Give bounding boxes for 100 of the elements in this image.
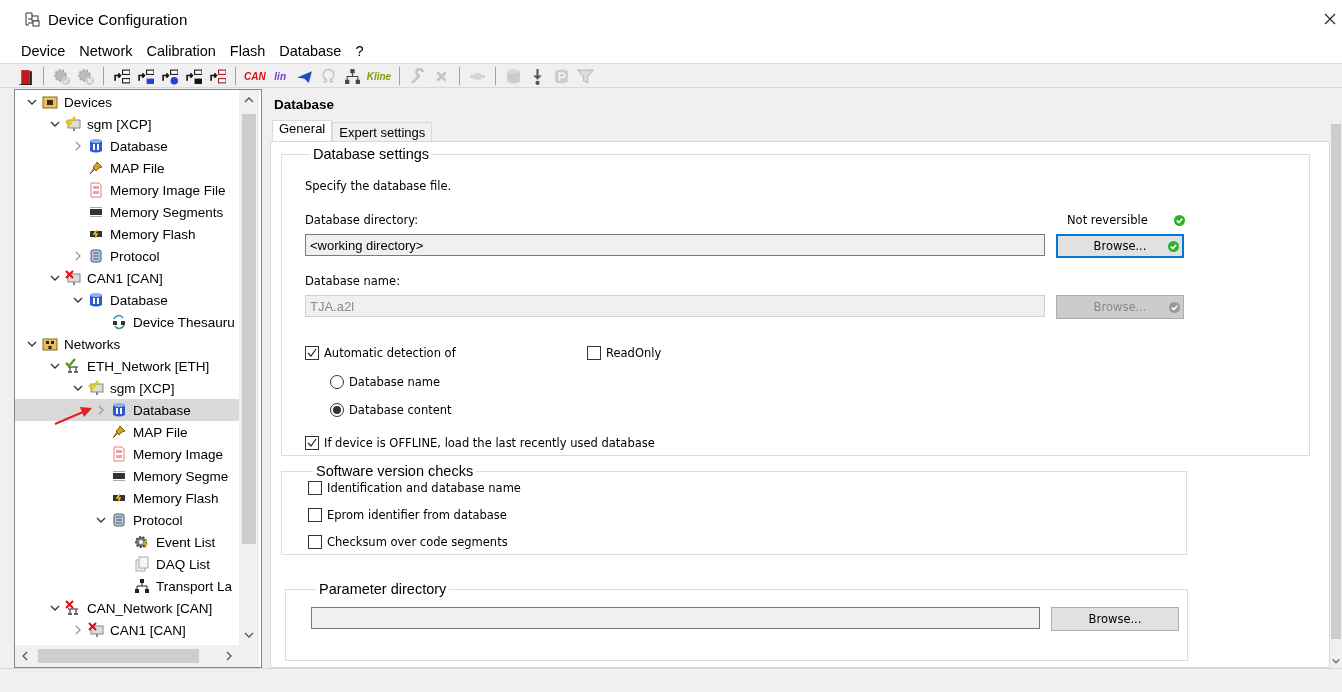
swap-icon xyxy=(111,314,127,330)
browse-button[interactable]: Browse... xyxy=(1051,607,1179,631)
toolbar-button[interactable]: CAN xyxy=(244,66,266,86)
tab[interactable]: General xyxy=(272,120,333,141)
tree-item[interactable]: Protocol xyxy=(15,245,239,267)
scrollbar-thumb[interactable] xyxy=(38,649,199,663)
tree-item[interactable]: Devices xyxy=(15,91,239,113)
menu-item[interactable]: Device xyxy=(14,42,73,59)
checkbox-label: ReadOnly xyxy=(606,346,662,360)
tab[interactable]: Expert settings xyxy=(332,122,433,141)
database-icon xyxy=(88,138,104,154)
menu-item[interactable]: Flash xyxy=(222,42,273,59)
input-field[interactable]: <working directory> xyxy=(305,234,1045,256)
tree-arrow-icon xyxy=(113,67,130,85)
tree-item[interactable]: Device Thesauru xyxy=(15,311,239,333)
scroll-icon xyxy=(88,248,104,264)
menu-item[interactable]: Database xyxy=(272,42,349,59)
radio-label: Database name xyxy=(349,375,441,389)
checkbox-label: Identification and database name xyxy=(327,481,521,495)
checkbox[interactable] xyxy=(305,436,319,450)
tree-item[interactable]: Database xyxy=(15,399,239,421)
network-cross-icon xyxy=(65,600,81,616)
vertical-scrollbar[interactable] xyxy=(239,90,259,645)
tree-arrow-icon xyxy=(185,67,202,85)
folder-icon xyxy=(42,94,58,110)
tree-item[interactable]: CAN1 [CAN] xyxy=(15,267,239,289)
document-icon xyxy=(111,446,127,462)
tree-item[interactable]: Memory Flash xyxy=(15,487,239,509)
omega-icon xyxy=(319,67,337,85)
tree-item[interactable]: Memory Image xyxy=(15,443,239,465)
parking-icon xyxy=(553,67,571,85)
tree-item[interactable]: sgm [XCP] xyxy=(15,377,239,399)
checkbox[interactable] xyxy=(305,346,319,360)
window-title: Device Configuration xyxy=(48,10,188,28)
tree-item[interactable]: MAP File xyxy=(15,157,239,179)
toolbar-button[interactable] xyxy=(112,66,131,86)
radio-button[interactable] xyxy=(330,403,344,417)
checkbox[interactable] xyxy=(587,346,601,360)
tree-item[interactable]: Protocol xyxy=(15,509,239,531)
door-icon xyxy=(17,67,34,85)
gear-check-icon xyxy=(53,67,70,85)
tree-item[interactable]: MAP File xyxy=(15,421,239,443)
tree-item[interactable]: Event List xyxy=(15,531,239,553)
checkbox[interactable] xyxy=(308,481,322,495)
tree-item[interactable]: DAQ List xyxy=(15,553,239,575)
app-icon xyxy=(24,11,40,27)
monitor-cross-icon xyxy=(88,622,104,638)
scroll-icon xyxy=(111,512,127,528)
toolbar-button[interactable] xyxy=(136,66,155,86)
tree-item[interactable]: Database xyxy=(15,289,239,311)
radio-label: Database content xyxy=(349,403,452,417)
close-icon[interactable] xyxy=(1324,13,1336,25)
document-icon xyxy=(88,182,104,198)
tree-item[interactable]: ETH_Network [ETH] xyxy=(15,355,239,377)
tree-item[interactable]: Memory Flash xyxy=(15,223,239,245)
tree-item[interactable]: Memory Image File xyxy=(15,179,239,201)
toolbar-button[interactable] xyxy=(184,66,203,86)
checkbox[interactable] xyxy=(308,508,322,522)
toolbar-button[interactable] xyxy=(208,66,227,86)
group-title: Software version checks xyxy=(315,463,475,479)
tree-item[interactable]: Memory Segments xyxy=(15,201,239,223)
pushpin-icon xyxy=(111,424,127,440)
menu-item[interactable]: Calibration xyxy=(139,42,223,59)
tree-item[interactable]: Transport La xyxy=(15,575,239,597)
tree-item[interactable]: Database xyxy=(15,135,239,157)
field-label: Database directory: xyxy=(305,213,418,227)
toolbar-button[interactable]: lin xyxy=(270,66,290,86)
tree-item[interactable]: CAN1 [CAN] xyxy=(15,619,239,641)
toolbar-button[interactable] xyxy=(342,66,362,86)
scrollbar-thumb[interactable] xyxy=(242,114,256,544)
network-icon xyxy=(343,67,361,85)
network-folder-icon xyxy=(42,336,58,352)
gear-icon xyxy=(134,534,150,550)
group-title: Database settings xyxy=(312,146,431,162)
toolbar-button[interactable] xyxy=(160,66,179,86)
tree-item[interactable]: Networks xyxy=(15,333,239,355)
tree-item[interactable]: CAN_Network [CAN] xyxy=(15,597,239,619)
chip-icon xyxy=(88,204,104,220)
scrollbar-thumb[interactable] xyxy=(1331,124,1341,639)
checkbox-label: Checksum over code segments xyxy=(327,535,508,549)
funnel-icon xyxy=(577,67,595,85)
checkbox[interactable] xyxy=(308,535,322,549)
panel-title: Database xyxy=(273,96,336,114)
database-icon xyxy=(88,292,104,308)
tree-item[interactable]: sgm [XCP] xyxy=(15,113,239,135)
checkbox-label: Eprom identifier from database xyxy=(327,508,507,522)
network-icon xyxy=(134,578,150,594)
browse-button[interactable]: Browse... xyxy=(1056,234,1184,258)
wrench-icon xyxy=(409,67,427,85)
menu-item[interactable]: ? xyxy=(348,42,371,59)
pushpin-icon xyxy=(88,160,104,176)
menu-item[interactable]: Network xyxy=(72,42,140,59)
network-check-icon xyxy=(65,358,81,374)
hint-text: Specify the database file. xyxy=(305,179,453,193)
radio-button[interactable] xyxy=(330,375,344,389)
horizontal-scrollbar[interactable] xyxy=(15,645,239,667)
input-field[interactable] xyxy=(311,607,1040,629)
tree-item[interactable]: Memory Segme xyxy=(15,465,239,487)
monitor-cross-icon xyxy=(65,270,81,286)
monitor-check-icon xyxy=(88,380,104,396)
